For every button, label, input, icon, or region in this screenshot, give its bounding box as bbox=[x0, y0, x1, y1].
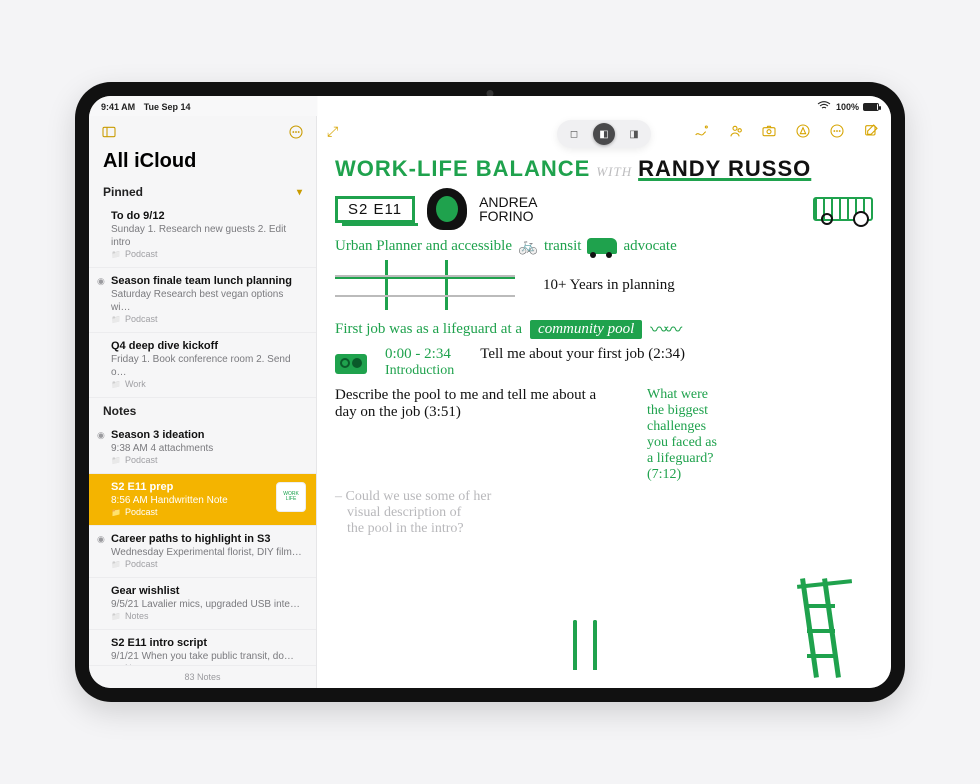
camera-icon[interactable] bbox=[759, 121, 779, 141]
status-bar: 9:41 AM Tue Sep 14 100% bbox=[89, 96, 891, 116]
q-pool: Describe the pool to me and tell me abou… bbox=[335, 387, 615, 421]
pinned-list: To do 9/12 Sunday 1. Research new guests… bbox=[89, 203, 316, 398]
car-doodle bbox=[587, 238, 617, 254]
pinned-header[interactable]: Pinned ▾ bbox=[89, 179, 316, 203]
note-item[interactable]: Gear wishlist 9/5/21 Lavalier mics, upgr… bbox=[89, 578, 316, 630]
note-title-main: WORK-LIFE BALANCE bbox=[335, 156, 590, 182]
note-canvas[interactable]: ⤢ ◻ ◧ ◨ WORK-LIFE BALANCE WITH RAN bbox=[317, 116, 891, 688]
bus-doodle bbox=[813, 197, 873, 221]
battery-pct: 100% bbox=[836, 102, 859, 112]
pinned-item[interactable]: ◉ Season finale team lunch planning Satu… bbox=[89, 268, 316, 333]
markup-icon[interactable] bbox=[793, 121, 813, 141]
handwriting-icon[interactable] bbox=[691, 121, 711, 141]
multitask-pill: ◻ ◧ ◨ bbox=[557, 120, 651, 148]
ellipsis-icon[interactable] bbox=[827, 121, 847, 141]
multitask-slide-icon[interactable]: ◨ bbox=[623, 123, 645, 145]
host-name: ANDREA FORINO bbox=[479, 195, 537, 223]
pinned-item[interactable]: To do 9/12 Sunday 1. Research new guests… bbox=[89, 203, 316, 268]
note-item[interactable]: S2 E11 intro script 9/1/21 When you take… bbox=[89, 630, 316, 665]
note-item[interactable]: ◉ Season 3 ideation 9:38 AM 4 attachment… bbox=[89, 422, 316, 474]
compose-icon[interactable] bbox=[861, 121, 881, 141]
expand-icon[interactable]: ⤢ bbox=[327, 123, 338, 140]
note-item[interactable]: ◉ Career paths to highlight in S3 Wednes… bbox=[89, 526, 316, 578]
pool-ladder-doodle bbox=[567, 620, 617, 680]
pinned-item[interactable]: Q4 deep dive kickoff Friday 1. Book conf… bbox=[89, 333, 316, 398]
sidebar-toggle-icon[interactable] bbox=[99, 122, 119, 142]
years-text: 10+ Years in planning bbox=[543, 277, 675, 294]
shared-icon: ◉ bbox=[97, 534, 105, 546]
notes-list: ◉ Season 3 ideation 9:38 AM 4 attachment… bbox=[89, 422, 316, 665]
wave-doodle: 〰〰 bbox=[650, 316, 678, 342]
sidebar-title: All iCloud bbox=[89, 148, 316, 179]
camera-doodle bbox=[335, 354, 367, 374]
more-icon[interactable] bbox=[286, 122, 306, 142]
shared-icon: ◉ bbox=[97, 430, 105, 442]
note-title-guest: RANDY RUSSO bbox=[638, 156, 811, 182]
wifi-icon bbox=[816, 98, 832, 116]
note-item-selected[interactable]: WORKLIFE S2 E11 prep 8:56 AM Handwritten… bbox=[89, 474, 316, 526]
map-doodle bbox=[335, 260, 515, 310]
lifeguard-chair-doodle bbox=[801, 558, 871, 678]
pool-tag: community pool bbox=[530, 320, 642, 339]
status-date: Tue Sep 14 bbox=[144, 102, 191, 112]
q-firstjob: Tell me about your first job (2:34) bbox=[480, 346, 685, 363]
sidebar-footer: 83 Notes bbox=[89, 665, 316, 688]
episode-tag: S2 E11 bbox=[335, 196, 415, 223]
notes-header: Notes bbox=[89, 398, 316, 422]
multitask-split-icon[interactable]: ◧ bbox=[593, 123, 615, 145]
shared-icon: ◉ bbox=[97, 276, 105, 288]
note-title-with: WITH bbox=[596, 164, 632, 180]
note-thumbnail: WORKLIFE bbox=[276, 482, 306, 512]
grey-note: – Could we use some of her visual descri… bbox=[335, 489, 873, 537]
share-icon[interactable] bbox=[725, 121, 745, 141]
face-doodle bbox=[427, 188, 467, 230]
sidebar: All iCloud Pinned ▾ To do 9/12 Sunday 1.… bbox=[89, 116, 317, 688]
battery-icon bbox=[863, 103, 879, 111]
q-challenges: What were the biggest challenges you fac… bbox=[647, 387, 717, 483]
multitask-full-icon[interactable]: ◻ bbox=[563, 123, 585, 145]
handwritten-content: WORK-LIFE BALANCE WITH RANDY RUSSO S2 E1… bbox=[317, 150, 891, 688]
status-time: 9:41 AM bbox=[101, 102, 135, 112]
ipad-frame: 9:41 AM Tue Sep 14 100% All iCloud Pinne… bbox=[75, 82, 905, 702]
chevron-down-icon: ▾ bbox=[297, 187, 302, 198]
bike-icon: 🚲 bbox=[518, 236, 538, 256]
screen: 9:41 AM Tue Sep 14 100% All iCloud Pinne… bbox=[89, 96, 891, 688]
